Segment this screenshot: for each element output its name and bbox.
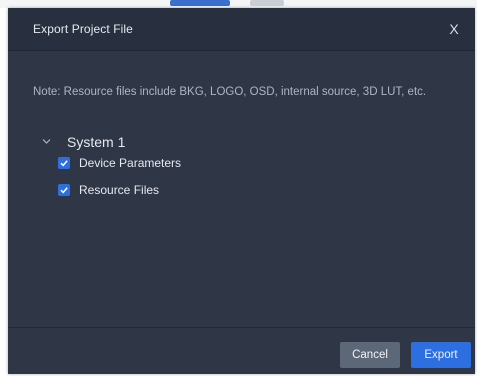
- device-parameters-checkbox[interactable]: [58, 157, 70, 169]
- tree-node-system[interactable]: System 1: [41, 130, 341, 154]
- resource-files-checkbox[interactable]: [58, 184, 70, 196]
- footer-divider: [8, 327, 475, 328]
- export-button[interactable]: Export: [411, 342, 471, 368]
- background-element: [170, 0, 230, 6]
- dialog-title: Export Project File: [33, 22, 133, 36]
- device-parameters-label: Device Parameters: [79, 156, 182, 170]
- tree-item-device-parameters[interactable]: Device Parameters: [58, 153, 181, 173]
- resource-files-label: Resource Files: [79, 183, 160, 197]
- tree-node-label: System 1: [67, 134, 126, 150]
- tree-item-resource-files[interactable]: Resource Files: [58, 180, 159, 200]
- close-icon[interactable]: X: [449, 21, 458, 37]
- chevron-down-icon[interactable]: [41, 136, 53, 148]
- resource-note: Note: Resource files include BKG, LOGO, …: [33, 86, 427, 98]
- checkmark-icon: [60, 160, 68, 167]
- export-project-dialog: Export Project File X Note: Resource fil…: [8, 8, 475, 374]
- cancel-button[interactable]: Cancel: [340, 342, 400, 368]
- close-button[interactable]: X: [443, 18, 465, 40]
- device-tree: System 1: [41, 130, 341, 154]
- checkmark-icon: [60, 187, 68, 194]
- dialog-header: Export Project File X: [8, 8, 475, 51]
- background-element: [250, 0, 284, 6]
- background-strip: [0, 0, 477, 8]
